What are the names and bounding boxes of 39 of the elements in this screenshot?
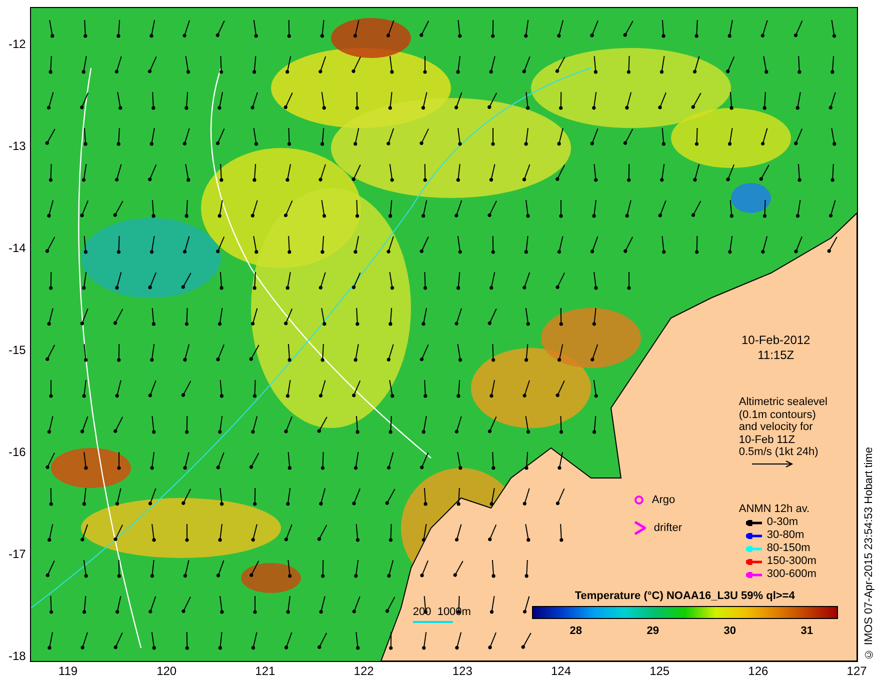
marker-label: Argo [652, 494, 676, 506]
axis-tick-label: 124 [550, 664, 572, 678]
axis-tick-label: 122 [352, 664, 375, 678]
axis-tick-label: 121 [254, 664, 276, 678]
axis-tick-label: 119 [57, 664, 79, 678]
axis-tick-label: -15 [8, 344, 26, 356]
map-date: 10-Feb-2012 [740, 333, 812, 347]
colorbar-tick-label: 28 [568, 625, 583, 637]
colorbar-title: Temperature (°C) NOAA16_L3U 59% ql>=4 [574, 590, 796, 602]
axis-tick-label: 127 [846, 664, 868, 678]
legend-label: 300-600m [766, 568, 816, 581]
legend-text: 10-Feb 11Z [738, 434, 796, 446]
axis-tick-label: 125 [648, 664, 671, 678]
legend-text: 0.5m/s (1kt 24h) [738, 446, 820, 458]
axis-tick-label: 123 [451, 664, 474, 678]
axis-tick-label: -14 [8, 242, 26, 254]
credit-text: © IMOS 07-Apr-2015 23:54:53 Hobart time [862, 446, 875, 660]
legend-label: 80-150m [766, 542, 810, 555]
colorbar-tick-label: 30 [722, 625, 737, 637]
colorbar-tick-label: 29 [646, 625, 660, 637]
axis-tick-label: -16 [8, 446, 26, 458]
marker-label: drifter [654, 522, 682, 534]
colorbar-tick-label: 31 [800, 625, 814, 637]
legend-text: and velocity for [738, 421, 814, 434]
axis-tick-label: -12 [8, 38, 26, 50]
axis-tick-label: 126 [747, 664, 770, 678]
legend-label: 30-80m [766, 529, 804, 542]
map-time: 11:15Z [756, 348, 796, 362]
axis-tick-label: 120 [156, 664, 178, 678]
legend-label: 150-300m [766, 555, 816, 568]
legend-text: Altimetric sealevel [738, 396, 828, 408]
legend-label: 0-30m [766, 516, 798, 529]
velocity-scale-arrow-icon [752, 460, 794, 468]
axis-tick-label: -13 [8, 140, 26, 152]
legend-title: ANMN 12h av. [738, 503, 811, 516]
legend-text: (0.1m contours) [738, 408, 817, 421]
scale-line-icon [412, 621, 453, 623]
axis-tick-label: -17 [8, 548, 26, 560]
axis-tick-label: -18 [8, 650, 26, 662]
